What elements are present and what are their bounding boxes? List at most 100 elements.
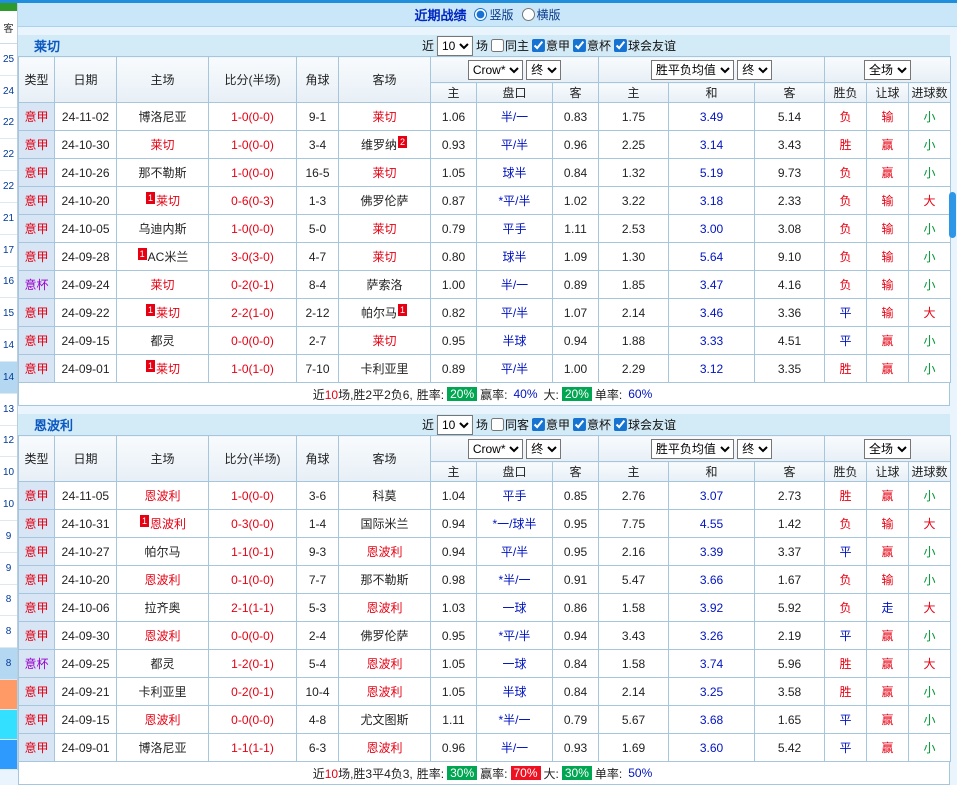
col-let-result: 让球 [867, 462, 909, 482]
layout-horizontal-option[interactable]: 横版 [522, 6, 561, 23]
league-filter[interactable]: 意甲 [532, 416, 570, 433]
let-result-cell: 赢 [867, 538, 909, 566]
away-team-name[interactable]: 卡利亚里 [360, 362, 408, 376]
friendly-checkbox[interactable] [614, 39, 627, 52]
away-team-name[interactable]: 佛罗伦萨 [360, 629, 408, 643]
bookmaker-select[interactable]: Crow* [468, 439, 523, 459]
score-cell: 2-1(1-1) [209, 594, 297, 622]
goals-cell: 大 [909, 299, 951, 327]
avg-stage-select[interactable]: 终 [737, 60, 772, 80]
home-team-cell: 那不勒斯 [117, 159, 209, 187]
adjacent-column-cell: 25 [0, 44, 17, 76]
cup-checkbox[interactable] [573, 418, 586, 431]
score-cell: 1-0(0-0) [209, 482, 297, 510]
friendly-checkbox[interactable] [614, 418, 627, 431]
home-odds-cell: 1.03 [431, 594, 477, 622]
match-row: 意甲24-09-15都灵0-0(0-0)2-7莱切0.95半球0.941.883… [19, 327, 951, 355]
away-team-name[interactable]: 恩波利 [366, 657, 402, 671]
cup-checkbox[interactable] [573, 39, 586, 52]
home-team-name[interactable]: 都灵 [150, 334, 174, 348]
layout-vertical-option[interactable]: 竖版 [474, 6, 513, 23]
match-row: 意甲24-10-30莱切1-0(0-0)3-4维罗纳20.93平/半0.962.… [19, 131, 951, 159]
vertical-radio[interactable] [474, 8, 487, 21]
home-team-name[interactable]: 莱切 [156, 306, 180, 320]
corner-cell: 2-12 [297, 299, 339, 327]
avg-type-select[interactable]: 胜平负均值 [651, 439, 734, 459]
goals-cell: 小 [909, 622, 951, 650]
home-team-name[interactable]: 莱切 [150, 138, 174, 152]
away-team-cell: 莱切 [339, 243, 431, 271]
home-team-name[interactable]: 恩波利 [144, 713, 180, 727]
home-team-name[interactable]: 博洛尼亚 [138, 110, 186, 124]
avg-home-cell: 1.32 [599, 159, 669, 187]
odds-stage-select[interactable]: 终 [526, 60, 561, 80]
home-team-name[interactable]: 都灵 [150, 657, 174, 671]
score-cell: 0-0(0-0) [209, 706, 297, 734]
home-team-name[interactable]: 拉齐奥 [144, 601, 180, 615]
away-team-name[interactable]: 恩波利 [366, 601, 402, 615]
league-checkbox[interactable] [532, 39, 545, 52]
home-team-cell: 恩波利 [117, 622, 209, 650]
home-team-name[interactable]: 乌迪内斯 [138, 222, 186, 236]
handicap-cell: 平/半 [477, 538, 553, 566]
away-team-name[interactable]: 国际米兰 [360, 517, 408, 531]
away-team-name[interactable]: 维罗纳 [361, 138, 397, 152]
scope-select[interactable]: 全场 [864, 60, 911, 80]
away-team-name[interactable]: 莱切 [372, 110, 396, 124]
away-team-name[interactable]: 恩波利 [366, 545, 402, 559]
same-venue-checkbox[interactable] [491, 39, 504, 52]
same-venue-filter[interactable]: 同主 [491, 37, 529, 54]
let-result-cell: 输 [867, 299, 909, 327]
league-checkbox[interactable] [532, 418, 545, 431]
same-venue-filter[interactable]: 同客 [491, 416, 529, 433]
home-team-name[interactable]: 卡利亚里 [138, 685, 186, 699]
odds-stage-select[interactable]: 终 [526, 439, 561, 459]
avg-stage-select[interactable]: 终 [737, 439, 772, 459]
scrollbar-thumb[interactable] [949, 192, 956, 238]
away-team-name[interactable]: 恩波利 [366, 741, 402, 755]
home-team-name[interactable]: 博洛尼亚 [138, 741, 186, 755]
away-team-name[interactable]: 佛罗伦萨 [360, 194, 408, 208]
away-team-name[interactable]: 恩波利 [366, 685, 402, 699]
league-filter[interactable]: 意甲 [532, 37, 570, 54]
same-venue-checkbox[interactable] [491, 418, 504, 431]
away-team-name[interactable]: 那不勒斯 [360, 573, 408, 587]
league-type-cell: 意甲 [19, 355, 55, 383]
away-team-name[interactable]: 科莫 [372, 489, 396, 503]
home-team-name[interactable]: 莱切 [156, 194, 180, 208]
home-team-name[interactable]: 那不勒斯 [138, 166, 186, 180]
horizontal-radio[interactable] [522, 8, 535, 21]
col-avg-draw: 和 [669, 462, 755, 482]
strip-top-cell: 客 [0, 11, 17, 44]
corner-cell: 2-4 [297, 622, 339, 650]
home-team-name[interactable]: 恩波利 [150, 517, 186, 531]
away-team-name[interactable]: 莱切 [372, 334, 396, 348]
handicap-cell: 平/半 [477, 355, 553, 383]
home-team-name[interactable]: 恩波利 [144, 629, 180, 643]
away-team-name[interactable]: 莱切 [372, 222, 396, 236]
match-count-select[interactable]: 10 [437, 415, 473, 435]
adjacent-column-cell: 10 [0, 457, 17, 489]
home-team-name[interactable]: 莱切 [150, 278, 174, 292]
home-team-name[interactable]: 莱切 [156, 362, 180, 376]
friendly-filter[interactable]: 球会友谊 [614, 37, 676, 54]
friendly-filter[interactable]: 球会友谊 [614, 416, 676, 433]
away-team-name[interactable]: 帕尔马 [361, 306, 397, 320]
match-count-select[interactable]: 10 [437, 36, 473, 56]
cup-filter[interactable]: 意杯 [573, 37, 611, 54]
league-label: 意甲 [546, 37, 570, 54]
home-team-name[interactable]: 恩波利 [144, 573, 180, 587]
summary-stat-label: 单率: [595, 386, 622, 403]
away-team-name[interactable]: 尤文图斯 [360, 713, 408, 727]
away-team-name[interactable]: 莱切 [372, 166, 396, 180]
avg-type-select[interactable]: 胜平负均值 [651, 60, 734, 80]
cup-filter[interactable]: 意杯 [573, 416, 611, 433]
away-team-cell: 萨索洛 [339, 271, 431, 299]
home-team-name[interactable]: 帕尔马 [144, 545, 180, 559]
home-team-name[interactable]: AC米兰 [148, 250, 189, 264]
away-team-name[interactable]: 莱切 [372, 250, 396, 264]
away-team-name[interactable]: 萨索洛 [366, 278, 402, 292]
bookmaker-select[interactable]: Crow* [468, 60, 523, 80]
home-team-name[interactable]: 恩波利 [144, 489, 180, 503]
scope-select[interactable]: 全场 [864, 439, 911, 459]
